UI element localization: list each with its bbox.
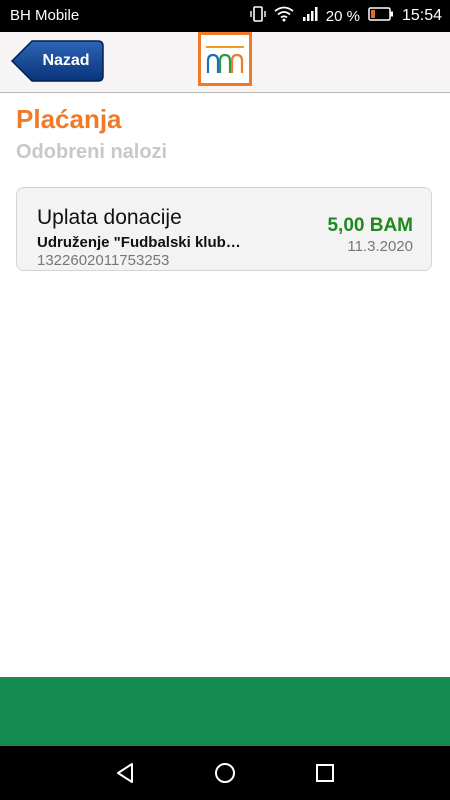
page-title: Plaćanja	[16, 104, 122, 134]
payment-recipient: Udruženje "Fudbalski klub…	[37, 234, 241, 251]
app-header: Nazad	[0, 32, 450, 93]
logo-arches-icon	[206, 46, 244, 73]
footer-bar	[0, 677, 450, 746]
clock: 15:54	[401, 7, 442, 24]
status-icons: 20 % 15:54	[250, 5, 442, 27]
payment-name: Uplata donacije	[37, 206, 182, 229]
signal-icon	[302, 6, 318, 26]
battery-percent: 20 %	[325, 7, 360, 25]
wifi-icon	[274, 6, 294, 26]
bank-logo	[198, 32, 252, 86]
triangle-back-icon	[117, 763, 133, 783]
page-subtitle: Odobreni nalozi	[16, 141, 168, 163]
nav-recents-button[interactable]	[314, 762, 336, 784]
nav-back-button[interactable]	[114, 762, 136, 784]
back-button-label: Nazad	[42, 52, 90, 69]
payment-amount: 5,00 BAM	[327, 215, 413, 236]
battery-icon	[368, 7, 394, 25]
payment-card[interactable]: Uplata donacije Udruženje "Fudbalski klu…	[16, 187, 432, 271]
nav-home-button[interactable]	[214, 762, 236, 784]
back-button[interactable]: Nazad	[10, 39, 104, 83]
payment-date: 11.3.2020	[347, 238, 413, 255]
vibrate-icon	[250, 5, 266, 27]
circle-home-icon	[215, 763, 235, 783]
square-recents-icon	[316, 764, 334, 782]
system-nav-bar	[0, 746, 450, 800]
payment-account-number: 1322602011753253	[37, 252, 170, 269]
status-bar: BH Mobile 20 % 15:54	[0, 0, 450, 32]
carrier-name: BH Mobile	[10, 7, 80, 24]
